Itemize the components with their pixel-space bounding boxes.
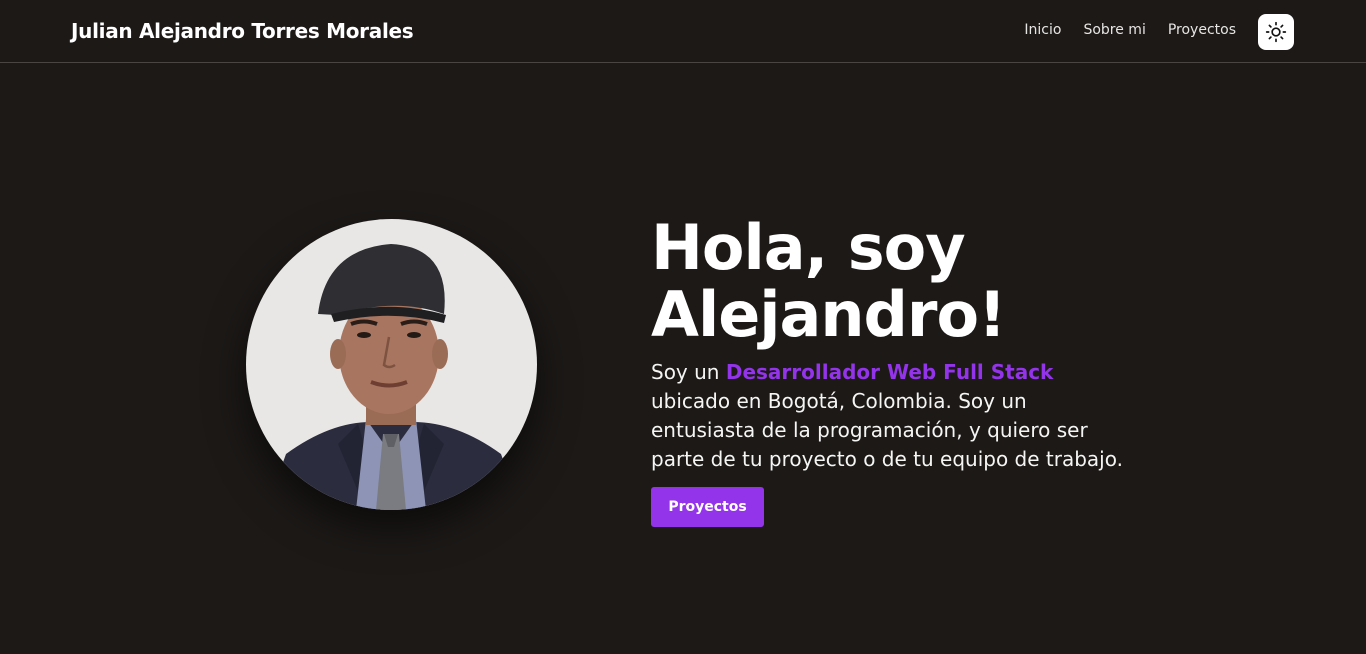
profile-photo <box>246 219 537 510</box>
hero-desc-highlight: Desarrollador Web Full Stack <box>725 360 1054 384</box>
nav-links: Inicio Sobre mi Proyectos <box>1024 22 1236 38</box>
hero-title: Hola, soy Alejandro! <box>651 214 1151 348</box>
nav-link-inicio[interactable]: Inicio <box>1024 22 1061 38</box>
hero-section: Hola, soy Alejandro! Soy un Desarrollado… <box>651 214 1151 527</box>
hero-description: Soy un Desarrollador Web Full Stack ubic… <box>651 358 1131 474</box>
nav-link-sobre-mi[interactable]: Sobre mi <box>1083 22 1145 38</box>
hero-desc-prefix: Soy un <box>651 360 726 384</box>
projects-button[interactable]: Proyectos <box>651 487 764 527</box>
site-brand[interactable]: Julian Alejandro Torres Morales <box>71 19 414 43</box>
nav-link-proyectos[interactable]: Proyectos <box>1168 22 1236 38</box>
hero-title-line1: Hola, soy <box>651 211 966 284</box>
theme-toggle-button[interactable] <box>1258 14 1294 50</box>
navbar: Julian Alejandro Torres Morales Inicio S… <box>0 0 1366 63</box>
hero-desc-rest: ubicado en Bogotá, Colombia. Soy un entu… <box>651 389 1123 471</box>
sun-icon <box>1265 21 1287 43</box>
profile-photo-illustration <box>246 219 537 510</box>
hero-title-line2: Alejandro! <box>651 278 1006 351</box>
